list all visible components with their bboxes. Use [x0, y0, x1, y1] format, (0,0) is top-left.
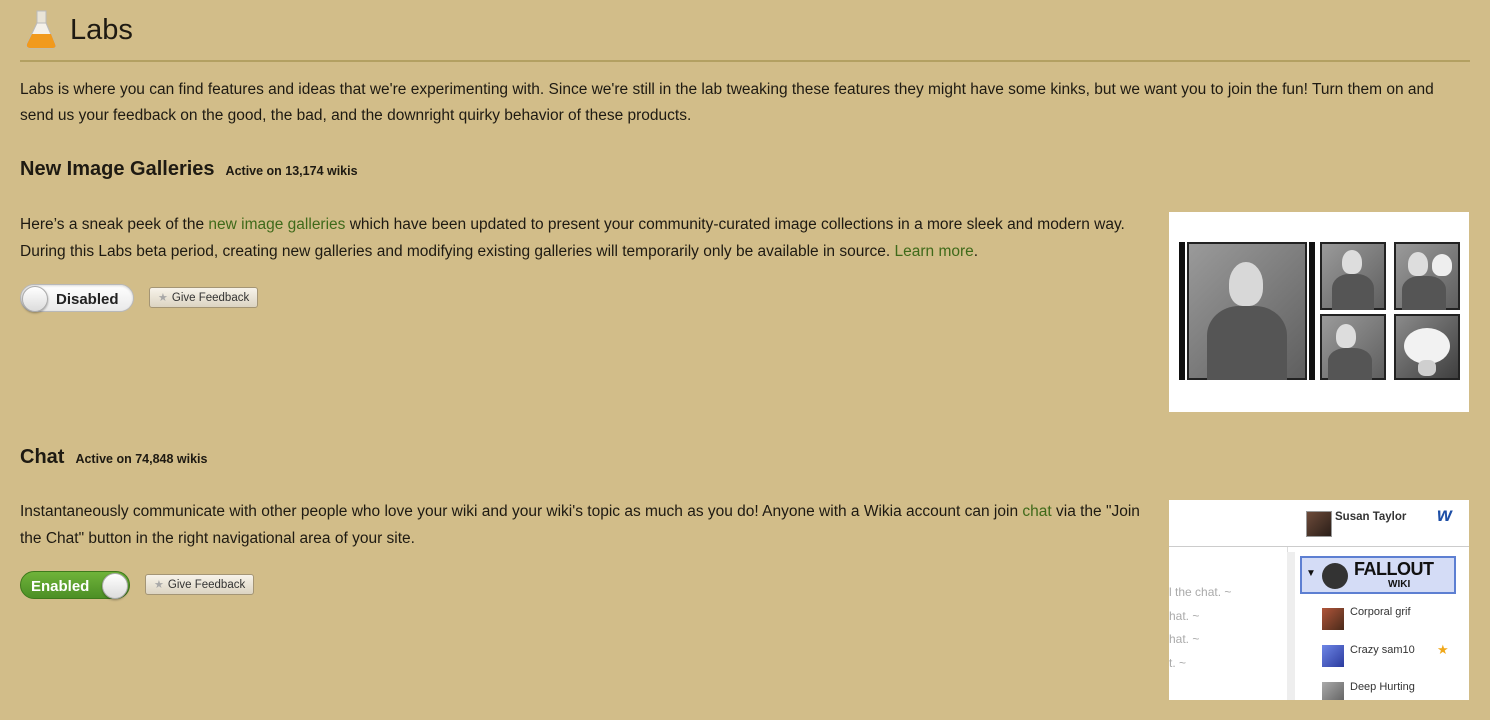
chat-message: l the chat. ~: [1169, 585, 1232, 599]
chat-toggle[interactable]: Enabled: [20, 571, 130, 599]
page-title: Labs: [70, 14, 133, 46]
chevron-down-icon: ▼: [1306, 568, 1316, 579]
gallery-photo: [1394, 242, 1460, 310]
new-image-galleries-link[interactable]: new image galleries: [208, 216, 345, 233]
galleries-preview-image: [1169, 212, 1469, 412]
gallery-photo: [1394, 314, 1460, 380]
chat-user: Deep Hurting: [1350, 681, 1415, 693]
chat-link[interactable]: chat: [1022, 503, 1051, 520]
desc-text: Here’s a sneak peek of the: [20, 216, 209, 233]
chat-user: Corporal grif: [1350, 606, 1411, 618]
wikia-logo: w: [1437, 505, 1452, 526]
avatar: [1322, 682, 1344, 700]
star-icon: ★: [158, 292, 168, 304]
feature-header-chat: Chat Active on 74,848 wikis: [20, 446, 207, 469]
learn-more-link[interactable]: Learn more: [895, 243, 974, 260]
page-header: Labs: [20, 8, 1470, 62]
give-feedback-button[interactable]: ★ Give Feedback: [145, 574, 255, 595]
feature-description: Instantaneously communicate with other p…: [20, 498, 1150, 552]
wiki-title: FALLOUT: [1354, 559, 1434, 579]
desc-text: .: [973, 243, 979, 260]
chat-message: t. ~: [1169, 656, 1187, 670]
toggle-knob: [22, 286, 48, 312]
avatar: [1322, 645, 1344, 667]
chat-preview-image: Susan Taylor w l the chat. ~ hat. ~ hat.…: [1169, 500, 1469, 700]
feature-title: New Image Galleries: [20, 158, 215, 180]
active-count: Active on 74,848 wikis: [75, 452, 208, 466]
feature-header-galleries: New Image Galleries Active on 13,174 wik…: [20, 158, 358, 181]
gallery-photo-main: [1187, 242, 1307, 380]
chat-messages: l the chat. ~ hat. ~ hat. ~ t. ~: [1169, 547, 1288, 700]
feature-title: Chat: [20, 446, 65, 468]
gallery-photo: [1320, 314, 1386, 380]
chat-message: hat. ~: [1169, 609, 1200, 623]
star-icon: ★: [154, 579, 164, 591]
toggle-label: Disabled: [56, 291, 119, 308]
intro-text: Labs is where you can find features and …: [20, 81, 1434, 124]
gallery-photo: [1320, 242, 1386, 310]
feature-description: Here’s a sneak peek of the new image gal…: [20, 211, 1150, 265]
flask-icon: [26, 10, 57, 49]
wiki-header: ▼ FALLOUT WIKI: [1300, 556, 1456, 594]
wiki-subtitle: WIKI: [1388, 579, 1411, 590]
give-feedback-button[interactable]: ★ Give Feedback: [149, 287, 259, 308]
avatar: [1322, 608, 1344, 630]
gear-logo-icon: [1322, 563, 1348, 589]
star-icon: ★: [1437, 642, 1449, 657]
toggle-knob: [102, 573, 128, 599]
toggle-label: Enabled: [31, 578, 90, 595]
chat-message: hat. ~: [1169, 632, 1200, 646]
galleries-toggle[interactable]: Disabled: [20, 284, 134, 312]
feedback-label: Give Feedback: [171, 291, 250, 304]
chat-user: Crazy sam10: [1350, 644, 1415, 656]
feedback-label: Give Feedback: [167, 578, 246, 591]
active-count: Active on 13,174 wikis: [225, 164, 358, 178]
avatar: [1306, 511, 1332, 537]
chat-scrollbar[interactable]: [1287, 552, 1295, 700]
chat-user-name: Susan Taylor: [1335, 511, 1407, 523]
desc-text: Instantaneously communicate with other p…: [20, 503, 1023, 520]
